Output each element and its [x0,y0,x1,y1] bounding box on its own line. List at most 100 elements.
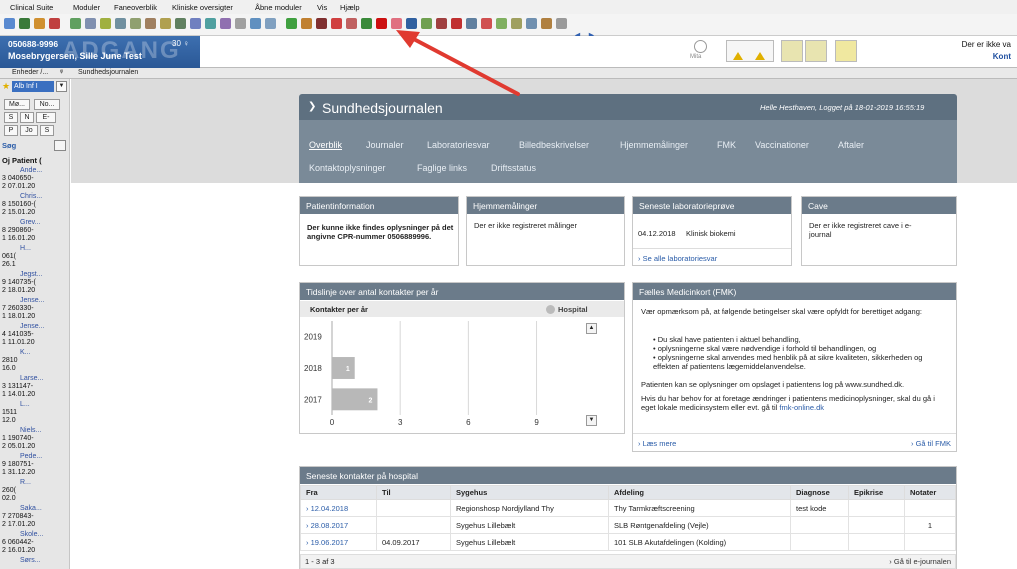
toolbar-icon[interactable] [301,18,312,29]
toolbar-icon[interactable] [541,18,552,29]
patient-list-item[interactable]: Grev... [20,219,40,226]
fmk-online-link[interactable]: fmk-online.dk [779,403,824,412]
table-cell[interactable]: › 28.08.2017 [300,516,377,534]
patient-list-item[interactable]: Skole... [20,531,43,538]
toolbar-icon[interactable] [235,18,246,29]
col-afdeling[interactable]: Afdeling [608,485,791,500]
patient-list-item[interactable]: H... [20,245,31,252]
note-icon[interactable] [781,40,803,62]
menu-kliniske-oversigter[interactable]: Kliniske oversigter [172,3,233,12]
tab-sundhedsjournalen[interactable]: Sundhedsjournalen [78,69,138,76]
toolbar-icon[interactable] [265,18,276,29]
chevron-down-icon[interactable]: ❯ [308,101,316,112]
menu-aabne-moduler[interactable]: Åbne moduler [255,3,302,12]
contact-link[interactable]: Kont [993,52,1011,61]
patient-list-item[interactable]: K... [20,349,31,356]
toolbar-icon[interactable] [220,18,231,29]
toolbar-icon[interactable] [250,18,261,29]
tab-journaler[interactable]: Journaler [366,140,404,150]
tab-overblik[interactable]: Overblik [309,140,342,150]
table-row[interactable]: › 12.04.2018 Regionshosp Nordjylland Thy T… [300,499,956,517]
search-link[interactable]: Søg [2,141,16,150]
menu-vis[interactable]: Vis [317,3,327,12]
toolbar-icon[interactable] [316,18,327,29]
tab-fmk[interactable]: FMK [717,140,736,150]
filter-select[interactable]: Alb Inf I [12,81,54,92]
toolbar-icon[interactable] [361,18,372,29]
tab-driftsstatus[interactable]: Driftsstatus [491,163,536,173]
patient-list-item[interactable]: Niels... [20,427,41,434]
fmk-goto-link[interactable]: › Gå til FMK [911,439,951,448]
table-cell[interactable]: › 12.04.2018 [300,499,377,517]
table-row[interactable]: › 19.06.2017 04.09.2017 Sygehus Lillebælt 1… [300,533,956,551]
col-til[interactable]: Til [376,485,451,500]
col-diagnose[interactable]: Diagnose [790,485,849,500]
patient-list-item[interactable]: Saka... [20,505,42,512]
toolbar-icon[interactable] [205,18,216,29]
sidebar-btn[interactable]: E- [36,112,56,123]
star-icon[interactable]: ★ [2,82,11,91]
sidebar-btn[interactable]: Mø... [4,99,30,110]
tab-faglige-links[interactable]: Faglige links [417,163,467,173]
menu-faneoverblik[interactable]: Faneoverblik [114,3,157,12]
toolbar-icon[interactable] [85,18,96,29]
sidebar-btn[interactable]: Jo [20,125,38,136]
tab-vaccinationer[interactable]: Vaccinationer [755,140,809,150]
allergy-warning-icons[interactable] [726,40,774,62]
col-fra[interactable]: Fra [300,485,377,500]
patient-list-item[interactable]: Chris... [20,193,42,200]
tab-laboratoriesvar[interactable]: Laboratoriesvar [427,140,490,150]
pin-icon[interactable]: ᵠ [60,69,63,76]
fmk-toolbar-icon[interactable] [376,18,387,29]
goto-ejournal-link[interactable]: › Gå til e-journalen [889,557,951,566]
col-sygehus[interactable]: Sygehus [450,485,609,500]
toolbar-icon[interactable] [19,18,30,29]
mita-indicator[interactable]: Mita [684,40,718,62]
note-icon[interactable] [805,40,827,62]
patient-list-item[interactable]: L... [20,401,30,408]
tab-billedbeskrivelser[interactable]: Billedbeskrivelser [519,140,589,150]
tab-hjemmemaalinger[interactable]: Hjemmemålinger [620,140,688,150]
patient-list-item[interactable]: Pede... [20,453,42,460]
patient-list-item[interactable]: Jegst... [20,271,43,278]
toolbar-icon[interactable] [70,18,81,29]
toolbar-icon[interactable] [100,18,111,29]
fmk-read-more-link[interactable]: › Læs mere [638,439,676,448]
col-notater[interactable]: Notater [904,485,956,500]
toolbar-icon[interactable] [346,18,357,29]
patient-list-item[interactable]: R... [20,479,31,486]
legend-hospital-label[interactable]: Hospital [558,305,588,314]
toolbar-icon[interactable] [331,18,342,29]
patient-list-item[interactable]: Ande... [20,167,42,174]
toolbar-icon[interactable] [175,18,186,29]
toolbar-icon[interactable] [115,18,126,29]
lab-see-all-link[interactable]: › Se alle laboratoriesvar [638,254,717,263]
sidebar-btn[interactable]: P [4,125,18,136]
menu-clinical-suite[interactable]: Clinical Suite [10,3,53,12]
toolbar-icon[interactable] [160,18,171,29]
toolbar-icon[interactable] [49,18,60,29]
tab-enheder[interactable]: Enheder /... [12,69,48,76]
patient-list-item[interactable]: Larse... [20,375,43,382]
menu-moduler[interactable]: Moduler [73,3,100,12]
sidebar-btn[interactable]: S [40,125,54,136]
tab-kontaktoplysninger[interactable]: Kontaktoplysninger [309,163,386,173]
collapse-icon[interactable] [54,140,66,151]
table-cell[interactable]: › 19.06.2017 [300,533,377,551]
sidebar-btn[interactable]: N [20,112,34,123]
toolbar-icon[interactable] [556,18,567,29]
toolbar-icon[interactable] [130,18,141,29]
toolbar-icon[interactable] [286,18,297,29]
tab-aftaler[interactable]: Aftaler [838,140,864,150]
alert-icon[interactable] [835,40,857,62]
patient-list-item[interactable]: Jense... [20,297,45,304]
col-epikrise[interactable]: Epikrise [848,485,905,500]
sidebar-btn[interactable]: S [4,112,18,123]
table-row[interactable]: › 28.08.2017 Sygehus Lillebælt SLB Røntgen… [300,516,956,534]
chevron-down-icon[interactable]: ▼ [56,81,67,92]
patient-list-item[interactable]: Jense... [20,323,45,330]
toolbar-icon[interactable] [4,18,15,29]
toolbar-icon[interactable] [34,18,45,29]
toolbar-icon[interactable] [190,18,201,29]
patient-list-item[interactable]: Sørs... [20,557,41,564]
